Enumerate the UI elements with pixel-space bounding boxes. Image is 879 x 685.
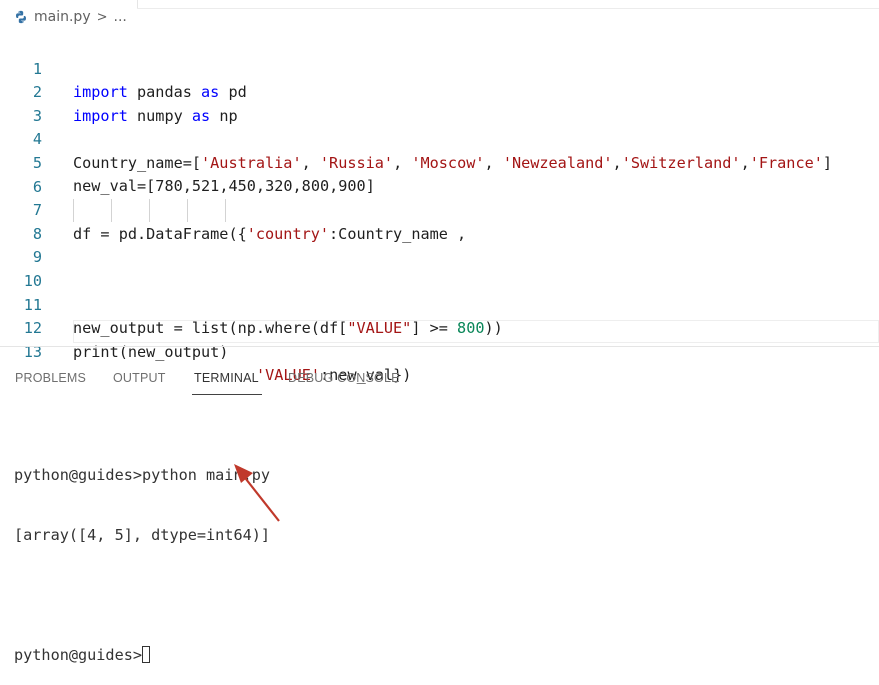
terminal-prompt-line: python@guides> bbox=[14, 645, 874, 665]
red-arrow-icon bbox=[234, 464, 280, 522]
terminal-prompt: python@guides> bbox=[14, 646, 143, 664]
terminal-cursor bbox=[142, 646, 151, 663]
